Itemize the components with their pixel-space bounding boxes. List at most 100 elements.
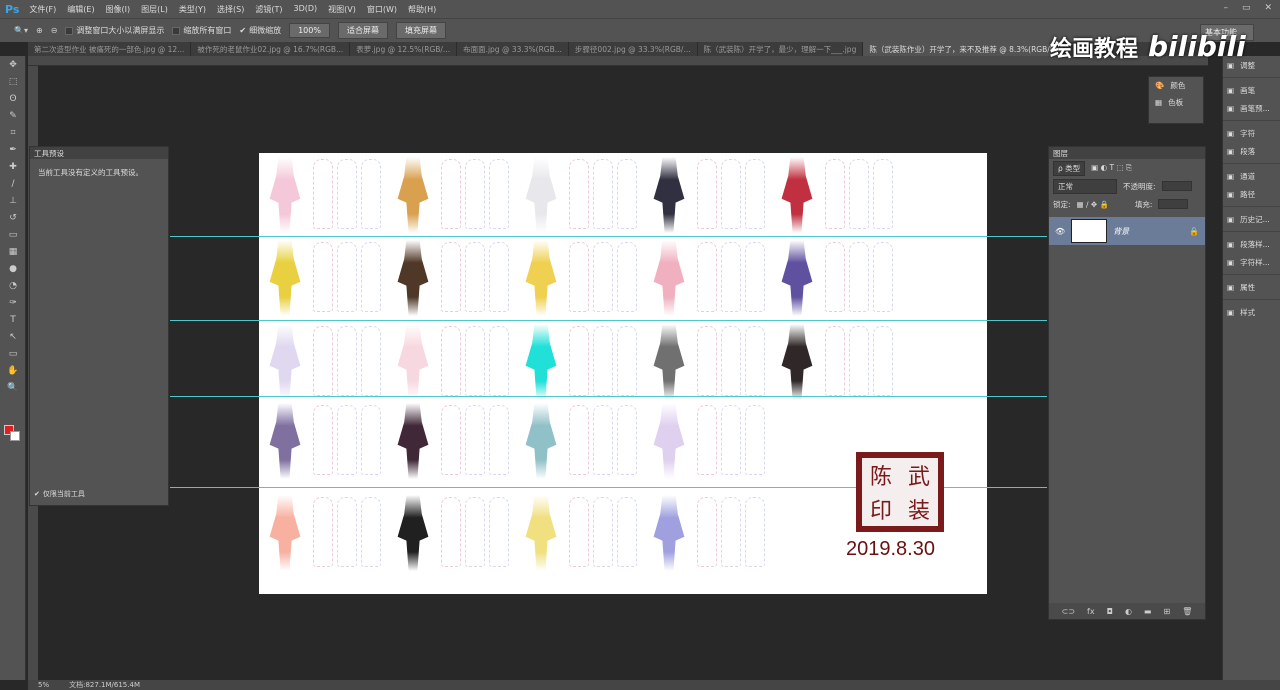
stamp-tool-icon[interactable]: ⊥ [0,192,26,209]
zoom-tool-icon[interactable]: 🔍 [0,379,26,396]
zoom-all-checkbox[interactable]: 缩放所有窗口 [172,25,231,36]
menu-item[interactable]: 编辑(E) [67,4,94,15]
menu-item[interactable]: 选择(S) [217,4,244,15]
eyedropper-tool-icon[interactable]: ✒ [0,141,26,158]
healing-tool-icon[interactable]: ✚ [0,158,26,175]
menu-item[interactable]: 文件(F) [29,4,56,15]
fx-icon[interactable]: fx [1087,607,1095,616]
dock-item[interactable]: ▣ 段落样... [1223,235,1280,253]
guide-line[interactable] [170,396,1047,397]
color-panel-button[interactable]: 🎨 颜色 [1149,77,1203,94]
scrubby-zoom-checkbox[interactable]: ✔ 细微缩放 [239,25,281,36]
filter-icons[interactable]: ▣ ◐ T ⬚ ⎘ [1091,163,1132,173]
sketch-figure [337,242,357,312]
layer-filter-select[interactable]: ρ 类型 [1053,160,1086,176]
close-button[interactable]: ✕ [1264,3,1272,13]
document-tab[interactable]: 第二次造型作业 被痛死的一部色.jpg @ 12... [28,42,192,56]
eraser-tool-icon[interactable]: ▭ [0,226,26,243]
lasso-tool-icon[interactable]: ʘ [0,90,26,107]
dock-item[interactable]: ▣ 路径 [1223,185,1280,203]
blur-tool-icon[interactable]: ● [0,260,26,277]
background-color-swatch[interactable] [10,431,20,441]
zoom-tool-icon[interactable]: 🔍▾ [14,26,28,35]
marquee-tool-icon[interactable]: ⬚ [0,73,26,90]
dock-label: 样式 [1240,307,1256,317]
panel-dock: ▣ 调整 ▣ 画笔 ▣ 画笔预... ▣ 字符 ▣ 段落 ▣ 通道 ▣ 路径 ▣ 历史记... ▣ 段落样... ▣… [1222,56,1280,680]
reference-image [525,324,557,400]
menu-item[interactable]: 窗口(W) [367,4,397,15]
menu-item[interactable]: 帮助(H) [408,4,436,15]
dock-label: 段落 [1240,146,1256,156]
sketch-figure [569,405,589,475]
opacity-input[interactable] [1161,181,1192,191]
dodge-tool-icon[interactable]: ◔ [0,277,26,294]
pen-tool-icon[interactable]: ✑ [0,294,26,311]
hand-tool-icon[interactable]: ✋ [0,362,26,379]
dock-item[interactable]: ▣ 历史记... [1223,210,1280,228]
sketch-figure [361,405,381,475]
eye-icon[interactable]: 👁 [1055,227,1065,236]
mask-icon[interactable]: ◘ [1107,607,1113,616]
brush-tool-icon[interactable]: ∕ [0,175,26,192]
dock-item[interactable]: ▣ 段落 [1223,142,1280,160]
separator [1223,274,1280,275]
document-tab[interactable]: 布面面.jpg @ 33.3%(RGB... [457,42,569,56]
shape-tool-icon[interactable]: ▭ [0,345,26,362]
path-select-tool-icon[interactable]: ↖ [0,328,26,345]
folder-icon[interactable]: ▬ [1144,607,1152,616]
dock-item[interactable]: ▣ 样式 [1223,303,1280,321]
menu-item[interactable]: 图层(L) [141,4,168,15]
doc-size[interactable]: 文档:827.1M/615.4M [69,680,140,690]
fill-input[interactable] [1158,199,1189,209]
dock-item[interactable]: ▣ 画笔 [1223,81,1280,99]
quick-select-tool-icon[interactable]: ✎ [0,107,26,124]
menu-item[interactable]: 图像(I) [106,4,131,15]
blend-mode-select[interactable]: 正常 [1053,178,1117,194]
layer-background[interactable]: 👁 背景 🔒 [1049,217,1205,245]
trash-icon[interactable]: 🗑 [1182,607,1192,616]
lock-icon: 🔒 [1189,226,1199,236]
menu-item[interactable]: 类型(Y) [179,4,206,15]
swatches-panel-button[interactable]: ▦ 色板 [1149,94,1203,111]
zoom-out-icon[interactable]: ⊖ [51,26,58,35]
gradient-tool-icon[interactable]: ▦ [0,243,26,260]
reference-cell [259,399,404,479]
zoom-level[interactable]: 5% [38,681,49,689]
sketch-figure [617,159,637,229]
crop-tool-icon[interactable]: ⌗ [0,124,26,141]
minimize-button[interactable]: – [1223,3,1228,13]
document-tab[interactable]: 表萝.jpg @ 12.5%(RGB/... [350,42,458,56]
restore-button[interactable]: ▭ [1242,3,1251,13]
document-tab[interactable]: 陈（武装陈）开学了，最少，理解一下___.jpg [698,42,864,56]
menu-item[interactable]: 滤镜(T) [255,4,282,15]
dock-item[interactable]: ▣ 通道 [1223,167,1280,185]
new-layer-icon[interactable]: ⊞ [1163,607,1170,616]
sketch-figure [825,159,845,229]
guide-line[interactable] [170,236,1047,237]
fit-screen-button[interactable]: 适合屏幕 [337,22,388,39]
move-tool-icon[interactable]: ✥ [0,56,26,73]
dock-item[interactable]: ▣ 字符样... [1223,253,1280,271]
history-brush-tool-icon[interactable]: ↺ [0,209,26,226]
document-tab[interactable]: 被作死的老鼠作业02.jpg @ 16.7%(RGB... [191,42,351,56]
document-tab[interactable]: 步骤径002.jpg @ 33.3%(RGB/... [569,42,698,56]
lock-icons[interactable]: ▦ ∕ ✥ 🔒 [1077,200,1109,209]
menu-item[interactable]: 3D(D) [293,4,317,15]
fill-screen-button[interactable]: 填充屏幕 [395,22,446,39]
horizontal-ruler[interactable] [28,56,1208,66]
dock-item[interactable]: ▣ 属性 [1223,278,1280,296]
dock-item[interactable]: ▣ 画笔预... [1223,99,1280,117]
resize-windows-checkbox[interactable]: 调整窗口大小以满屏显示 [65,25,164,36]
zoom-100-button[interactable]: 100% [289,23,330,38]
document-tab[interactable]: 陈（武装陈作业）开学了，来不及推荐 @ 8.3%(RGB/8) [863,42,1065,56]
current-only-checkbox[interactable]: ✔ [34,490,40,498]
zoom-in-icon[interactable]: ⊕ [36,26,43,35]
sketch-figure [441,497,461,567]
layers-panel: 图层 ρ 类型 ▣ ◐ T ⬚ ⎘ 正常 不透明度: 锁定: ▦ ∕ ✥ 🔒 填充: 👁… [1048,146,1206,620]
adjustment-icon[interactable]: ◐ [1125,607,1132,616]
guide-line[interactable] [170,320,1047,321]
type-tool-icon[interactable]: T [0,311,26,328]
link-icon[interactable]: ⊂⊃ [1062,607,1075,616]
menu-item[interactable]: 视图(V) [328,4,356,15]
dock-item[interactable]: ▣ 字符 [1223,124,1280,142]
